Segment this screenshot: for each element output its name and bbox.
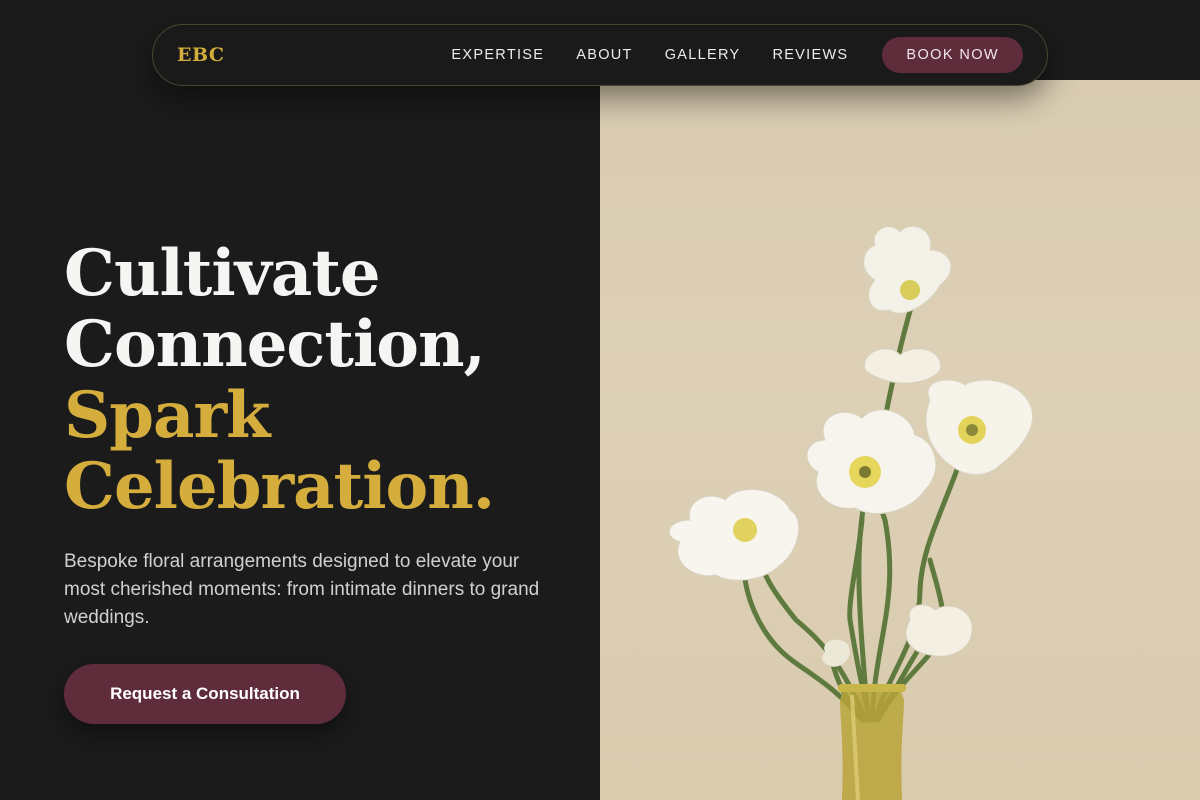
top-navbar: EBC EXPERTISE ABOUT GALLERY REVIEWS BOOK… (152, 24, 1048, 86)
headline-line-3: Spark (64, 378, 271, 453)
request-consultation-button[interactable]: Request a Consultation (64, 664, 346, 724)
vase (838, 684, 906, 800)
headline-line-2: Connection, (64, 307, 486, 382)
book-now-button[interactable]: BOOK NOW (882, 37, 1023, 73)
nav-link-gallery[interactable]: GALLERY (665, 47, 741, 63)
nav-link-about[interactable]: ABOUT (576, 47, 632, 63)
nav-link-reviews[interactable]: REVIEWS (772, 47, 848, 63)
headline-line-4: Celebration. (64, 449, 495, 524)
poppies-illustration (668, 225, 1034, 800)
nav-links: EXPERTISE ABOUT GALLERY REVIEWS BOOK NOW (451, 37, 1023, 73)
hero-headline: Cultivate Connection, Spark Celebration. (64, 236, 495, 524)
nav-link-expertise[interactable]: EXPERTISE (451, 47, 544, 63)
brand-logo[interactable]: EBC (177, 44, 225, 66)
headline-line-1: Cultivate (64, 236, 381, 311)
hero-lead-text: Bespoke floral arrangements designed to … (64, 551, 540, 628)
poppy-top (863, 225, 952, 314)
hero-image (600, 80, 1200, 800)
